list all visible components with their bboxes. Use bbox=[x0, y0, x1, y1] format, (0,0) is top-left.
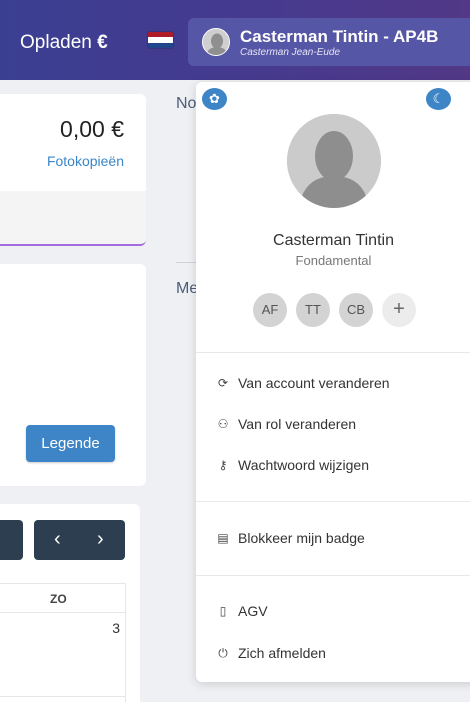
key-icon: ⚷ bbox=[218, 458, 228, 472]
page: Opladen € Casterman Tintin - AP4B Caster… bbox=[0, 0, 470, 702]
legend-card: Legende bbox=[0, 264, 146, 486]
nl-flag-icon[interactable] bbox=[148, 32, 173, 48]
menu-divider bbox=[196, 352, 470, 353]
menu-item-switch-account[interactable]: ⟳ Van account veranderen bbox=[196, 366, 470, 402]
palette-icon[interactable]: ✿ bbox=[202, 88, 227, 110]
badge-icon: ▤ bbox=[217, 531, 229, 545]
topup-link[interactable]: Opladen € bbox=[20, 32, 108, 54]
account-chip[interactable]: AF bbox=[253, 293, 287, 327]
user-subtitle: Casterman Jean-Eude bbox=[240, 47, 341, 58]
switch-role-icon: ⚇ bbox=[217, 417, 229, 431]
profile-avatar-icon bbox=[287, 114, 381, 208]
partial-heading-messages: Me bbox=[176, 280, 199, 297]
calendar-cell-number: 3 bbox=[112, 620, 120, 636]
profile-name: Casterman Tintin bbox=[273, 232, 394, 249]
user-avatar-icon bbox=[202, 28, 230, 56]
moon-icon[interactable]: ☾ bbox=[426, 88, 451, 110]
chevron-right-icon[interactable]: › bbox=[97, 528, 104, 551]
menu-item-switch-role[interactable]: ⚇ Van rol veranderen bbox=[196, 407, 470, 443]
balance-card-footer bbox=[0, 191, 146, 246]
menu-item-label: AGV bbox=[238, 603, 268, 619]
menu-item-label: Zich afmelden bbox=[238, 645, 326, 661]
user-menu-toggle[interactable]: Casterman Tintin - AP4B Casterman Jean-E… bbox=[188, 18, 470, 66]
power-icon: ⏻ bbox=[218, 646, 228, 660]
menu-item-block-badge[interactable]: ▤ Blokkeer mijn badge bbox=[196, 521, 470, 557]
calendar-nav-group: ‹ › bbox=[34, 520, 125, 560]
user-name: Casterman Tintin - AP4B bbox=[240, 27, 439, 46]
menu-item-label: Wachtwoord wijzigen bbox=[238, 457, 369, 473]
add-account-button[interactable]: + bbox=[382, 293, 416, 327]
calendar-cell[interactable]: 3 bbox=[0, 613, 126, 702]
account-chip[interactable]: TT bbox=[296, 293, 330, 327]
menu-item-label: Blokkeer mijn badge bbox=[238, 530, 365, 546]
balance-card: 0,00 € Fotokopieën bbox=[0, 94, 146, 246]
top-bar: Opladen € Casterman Tintin - AP4B Caster… bbox=[0, 0, 470, 80]
menu-item-change-password[interactable]: ⚷ Wachtwoord wijzigen bbox=[196, 448, 470, 484]
user-dropdown-menu: ✿ ☾ Casterman Tintin Fondamental AF TT C… bbox=[196, 82, 470, 682]
menu-item-agv[interactable]: ▯ AGV bbox=[196, 594, 470, 630]
menu-divider bbox=[196, 501, 470, 502]
balance-value: 0,00 € bbox=[60, 116, 124, 142]
menu-item-label: Van rol veranderen bbox=[238, 416, 357, 432]
calendar-today-button[interactable] bbox=[0, 520, 23, 560]
legend-button[interactable]: Legende bbox=[26, 425, 115, 462]
menu-item-logout[interactable]: ⏻ Zich afmelden bbox=[196, 636, 470, 672]
menu-divider bbox=[196, 575, 470, 576]
calendar-header: ZO bbox=[0, 583, 126, 613]
topup-label: Opladen bbox=[20, 32, 92, 53]
chevron-left-icon[interactable]: ‹ bbox=[54, 528, 61, 551]
partial-heading-notes: No bbox=[176, 95, 197, 112]
account-chip[interactable]: CB bbox=[339, 293, 373, 327]
menu-item-label: Van account veranderen bbox=[238, 375, 390, 391]
profile-role: Fondamental bbox=[295, 253, 372, 268]
calendar-row-divider bbox=[0, 696, 126, 697]
calendar-day-header: ZO bbox=[50, 592, 67, 606]
currency-symbol: € bbox=[97, 32, 108, 53]
calendar-card: ‹ › ZO 3 bbox=[0, 504, 140, 702]
document-icon: ▯ bbox=[219, 604, 227, 618]
switch-account-icon: ⟳ bbox=[217, 376, 229, 390]
photocopies-link[interactable]: Fotokopieën bbox=[47, 153, 124, 169]
